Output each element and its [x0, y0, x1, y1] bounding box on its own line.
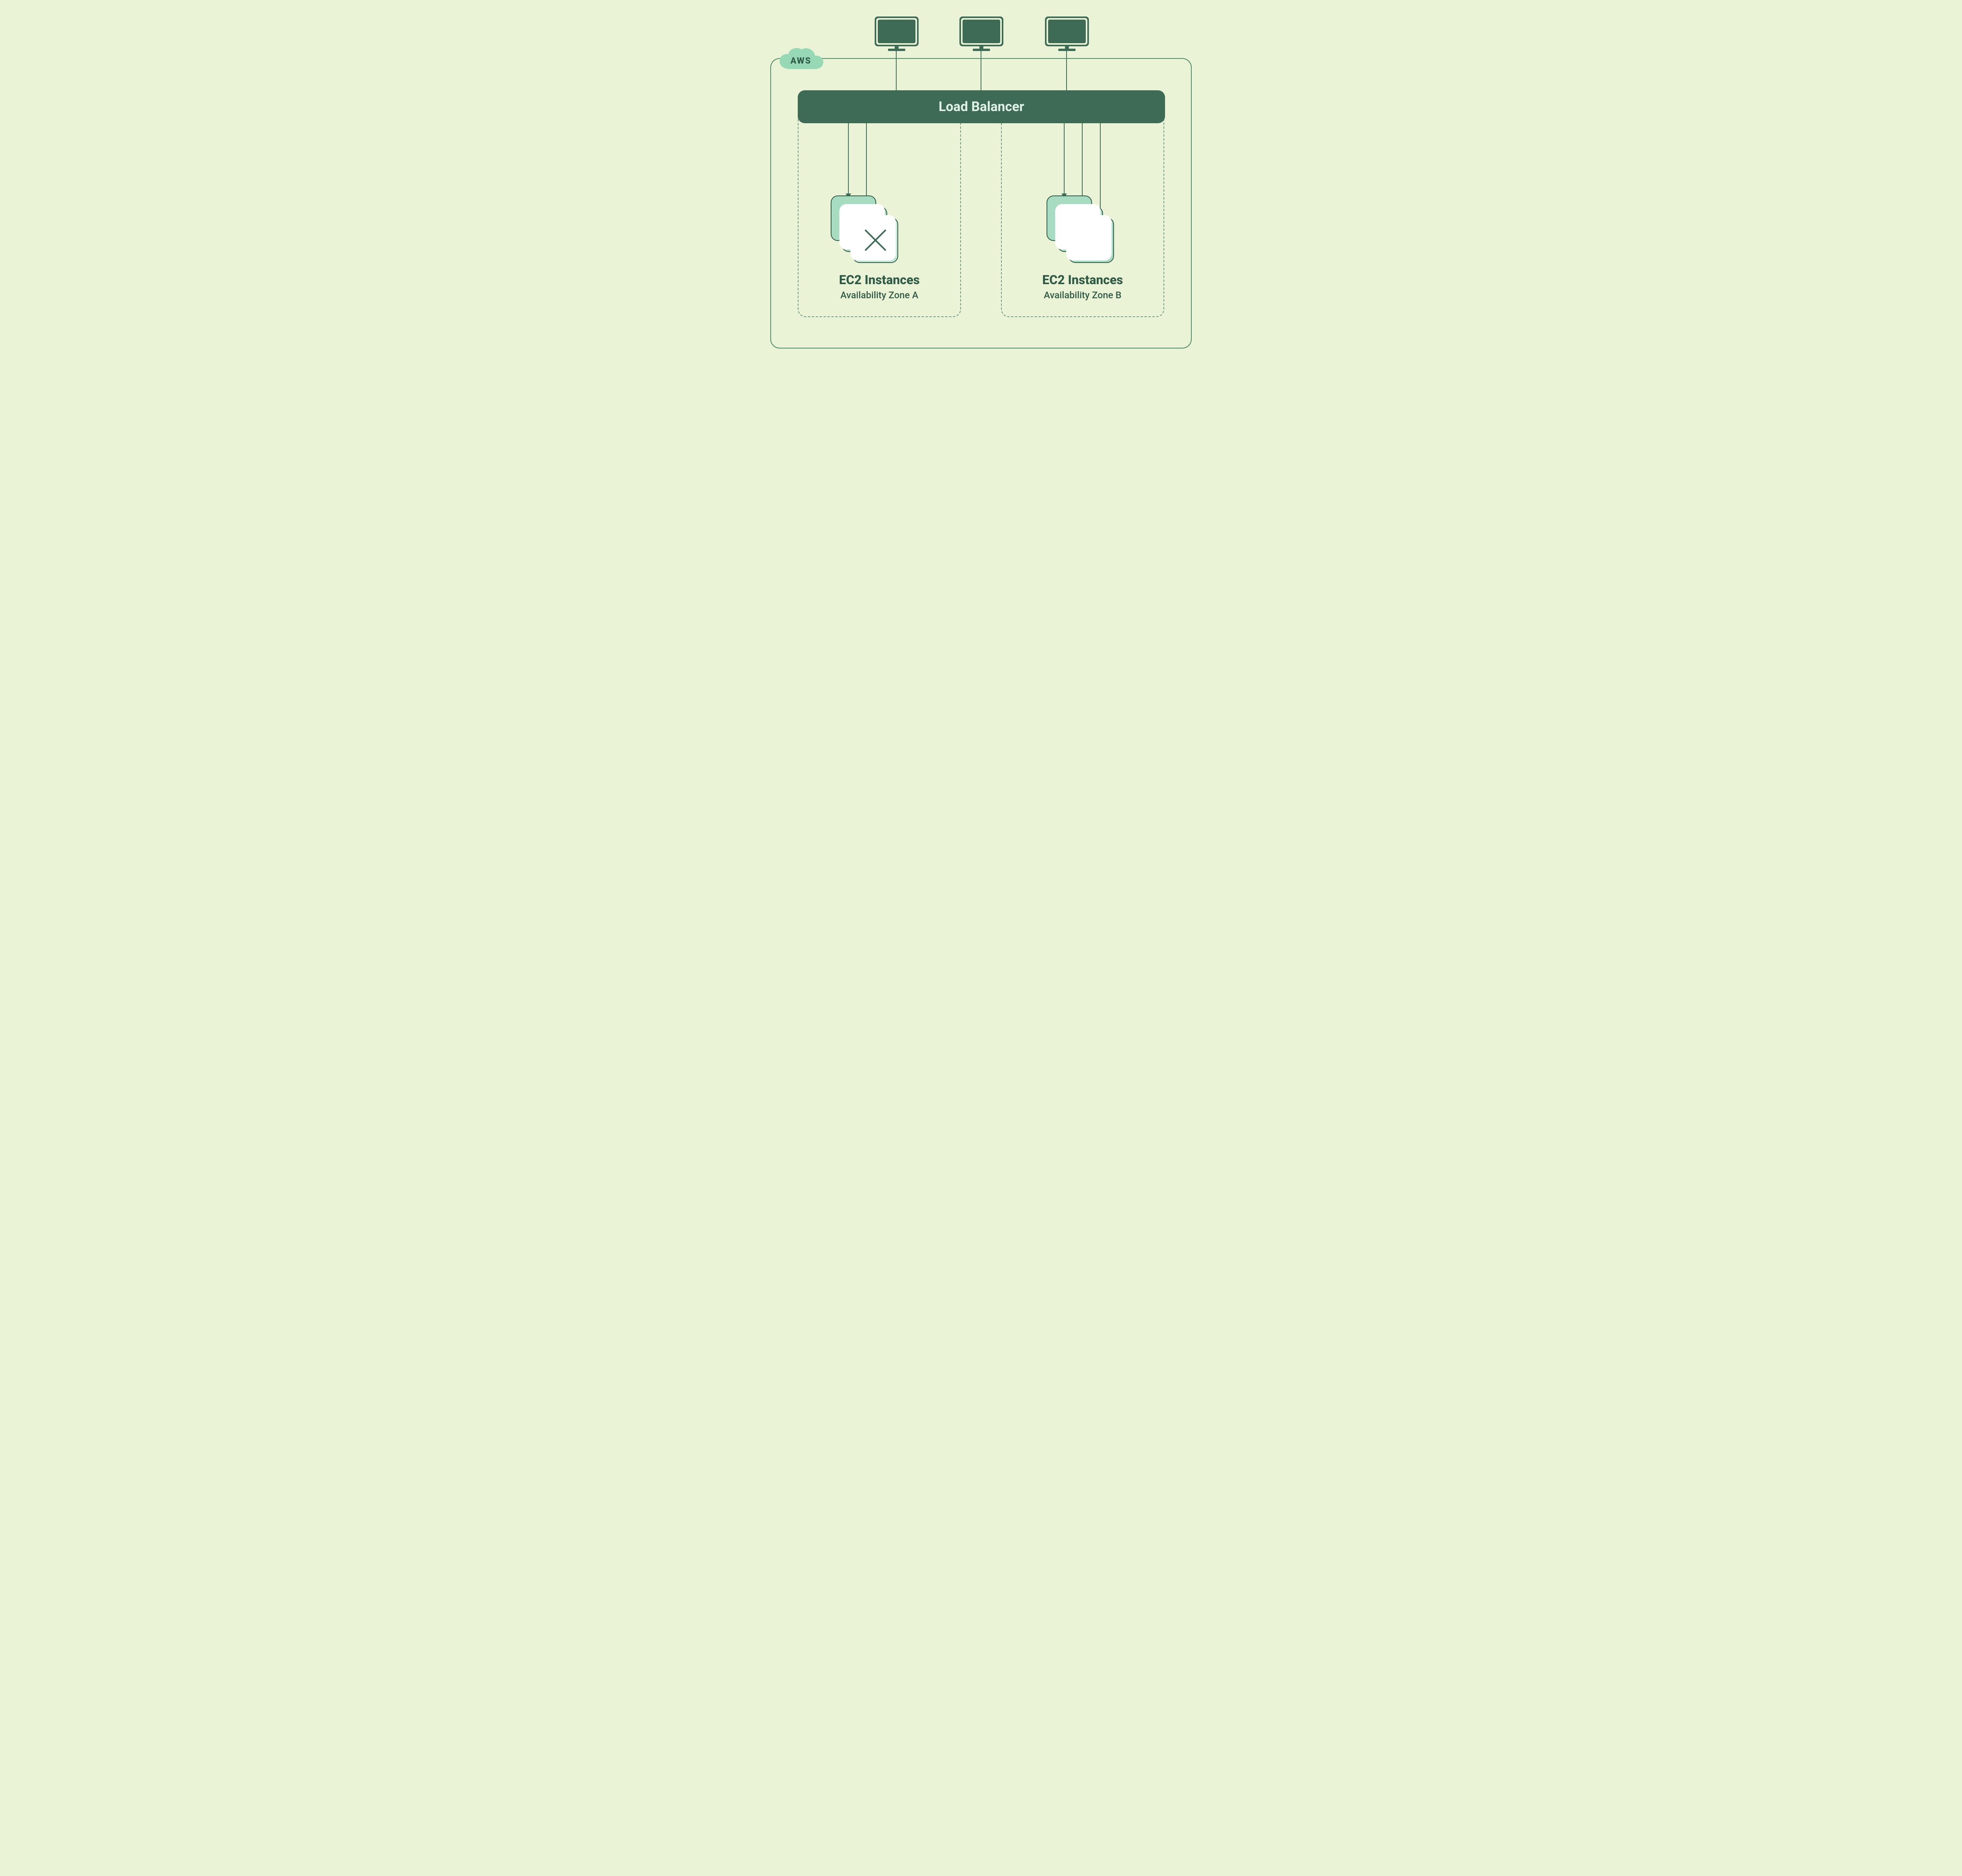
ec2-instance-failed-icon: [853, 217, 898, 263]
ec2-instance-stack-a: [831, 195, 893, 258]
zone-b-subtitle: Availability Zone B: [1012, 290, 1153, 301]
zone-b-title: EC2 Instances: [1012, 272, 1153, 287]
ec2-instance-icon: [1069, 217, 1114, 263]
client-monitor-2: [959, 16, 1003, 46]
arrow-icon: [1064, 123, 1065, 198]
client-monitor-3: [1045, 16, 1089, 46]
zone-a-subtitle: Availability Zone A: [809, 290, 950, 301]
monitor-screen-icon: [1048, 20, 1086, 43]
zone-a-title: EC2 Instances: [809, 272, 950, 287]
monitor-screen-icon: [878, 20, 915, 43]
zone-a-labels: EC2 Instances Availability Zone A: [809, 272, 950, 301]
client-monitor-1: [875, 16, 919, 46]
aws-cloud-badge: AWS: [776, 46, 826, 74]
load-balancer-bar: Load Balancer: [798, 90, 1165, 123]
arrow-icon: [848, 123, 849, 198]
load-balancer-label: Load Balancer: [939, 99, 1024, 115]
x-mark-icon: [853, 218, 897, 262]
diagram-canvas: AWS Load Balancer EC2 Instance: [747, 0, 1215, 375]
zone-b-labels: EC2 Instances Availability Zone B: [1012, 272, 1153, 301]
ec2-instance-stack-b: [1047, 195, 1109, 258]
aws-cloud-label: AWS: [776, 46, 826, 74]
monitor-screen-icon: [963, 20, 1000, 43]
